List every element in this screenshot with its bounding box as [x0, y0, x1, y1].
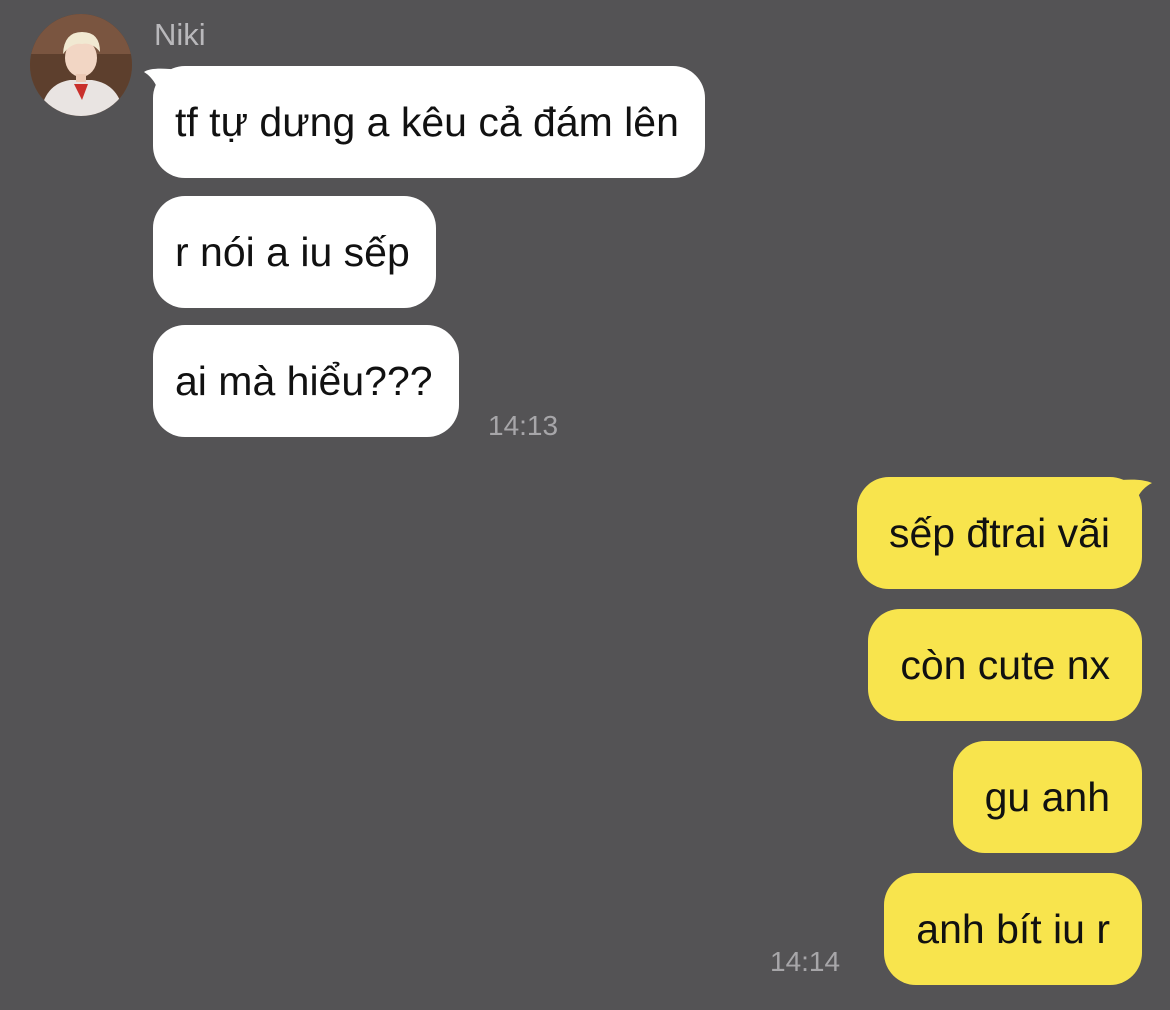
message-text: gu anh — [984, 773, 1110, 820]
sender-name: Niki — [154, 17, 206, 52]
message-text: tf tự dưng a kêu cả đám lên — [175, 98, 679, 145]
outgoing-timestamp: 14:14 — [770, 946, 841, 977]
outgoing-message[interactable]: anh bít iu r — [884, 873, 1142, 985]
incoming-timestamp: 14:13 — [488, 410, 559, 441]
message-text: anh bít iu r — [916, 905, 1110, 952]
contact-avatar[interactable] — [30, 14, 132, 116]
outgoing-message[interactable]: còn cute nx — [868, 609, 1142, 721]
incoming-message[interactable]: tf tự dưng a kêu cả đám lên — [153, 66, 705, 178]
message-text: sếp đtrai vãi — [888, 509, 1110, 556]
message-text: r nói a iu sếp — [175, 228, 410, 275]
incoming-message[interactable]: ai mà hiểu??? — [153, 325, 459, 437]
message-text: còn cute nx — [900, 641, 1110, 688]
incoming-message[interactable]: r nói a iu sếp — [153, 196, 436, 308]
outgoing-message[interactable]: gu anh — [952, 741, 1142, 853]
message-text: ai mà hiểu??? — [175, 357, 433, 404]
outgoing-message[interactable]: sếp đtrai vãi — [856, 477, 1142, 589]
avatar-portrait — [30, 14, 132, 116]
